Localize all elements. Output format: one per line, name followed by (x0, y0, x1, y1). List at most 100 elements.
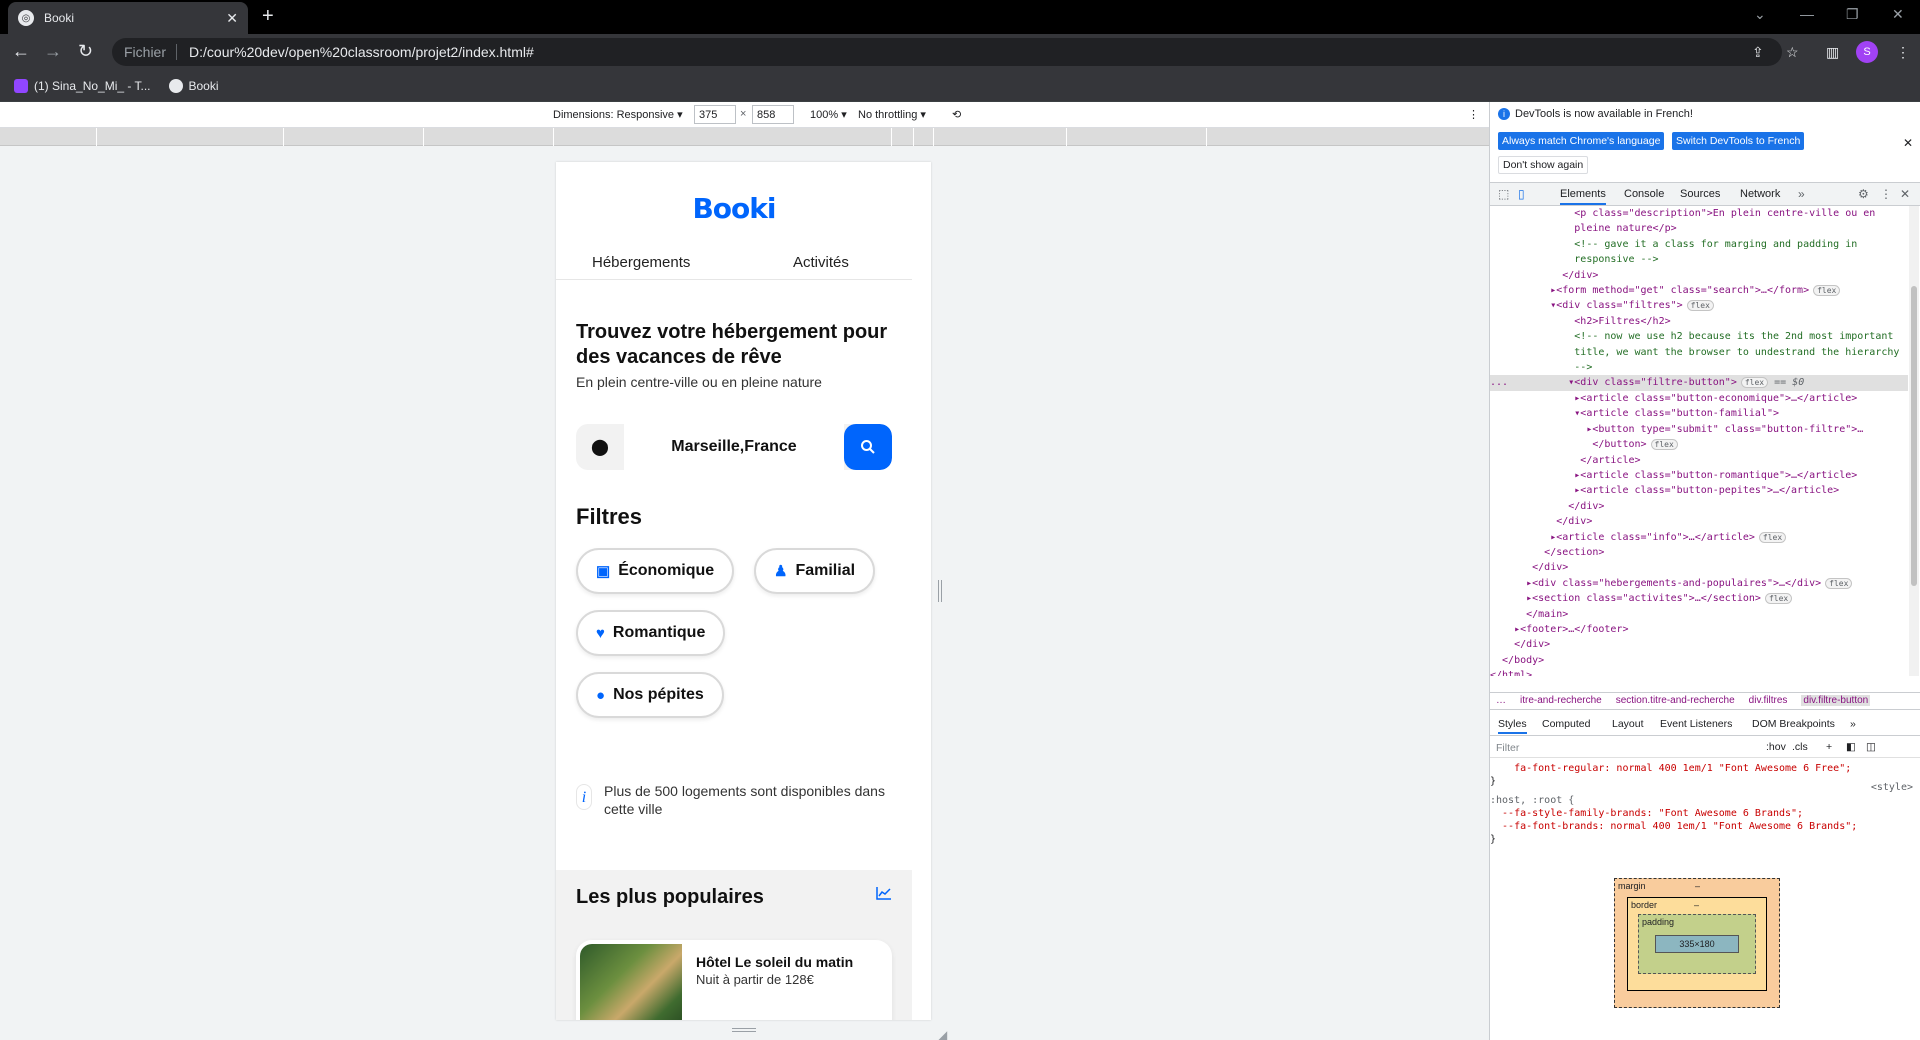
tab-search-icon[interactable]: ⌄ (1754, 6, 1766, 23)
bookmark-item[interactable]: (1) Sina_No_Mi_ - T... (14, 78, 151, 93)
tab-computed[interactable]: Computed (1542, 718, 1590, 730)
close-notice-icon[interactable]: ✕ (1903, 136, 1913, 150)
close-window-icon[interactable]: ✕ (1892, 6, 1904, 23)
rotate-icon[interactable]: ⟲ (952, 108, 961, 121)
dom-node-line[interactable]: responsive --> (1490, 252, 1908, 267)
dom-node-line[interactable]: --> (1490, 360, 1908, 375)
back-icon[interactable]: ← (12, 42, 30, 60)
dom-node-line[interactable]: </html> (1490, 668, 1908, 676)
dom-node-line[interactable]: ▸<article class="button-economique">…</a… (1490, 391, 1908, 406)
dom-node-line[interactable]: ▸<article class="button-romantique">…</a… (1490, 468, 1908, 483)
height-input[interactable]: 858 (752, 105, 794, 124)
nav-link-activites[interactable]: Activités (793, 254, 849, 271)
reload-icon[interactable]: ↻ (78, 42, 93, 60)
restore-icon[interactable]: ❐ (1846, 6, 1859, 23)
minimize-icon[interactable]: — (1800, 6, 1814, 22)
paint-icon[interactable]: ◧ (1846, 741, 1856, 753)
zoom-select[interactable]: 100% ▾ (810, 108, 847, 121)
flex-badge[interactable]: flex (1650, 439, 1678, 451)
new-tab-button[interactable]: + (262, 6, 274, 26)
dimensions-select[interactable]: Dimensions: Responsive ▾ (553, 108, 683, 121)
dom-node-line[interactable]: ▸<article class="info">…</article> flex (1490, 530, 1908, 545)
share-icon[interactable]: ⇪ (1752, 44, 1764, 61)
bookmark-item[interactable]: Booki (168, 78, 219, 93)
dom-node-line[interactable]: title, we want the browser to undestrand… (1490, 345, 1908, 360)
dom-node-line[interactable]: </div> (1490, 560, 1908, 575)
flex-badge[interactable]: flex (1758, 531, 1787, 543)
filter-familial[interactable]: ♟ Familial (754, 548, 876, 594)
match-language-button[interactable]: Always match Chrome's language (1498, 132, 1665, 150)
dom-node-line[interactable]: pleine nature</p> (1490, 221, 1908, 236)
tab-dom-breakpoints[interactable]: DOM Breakpoints (1752, 718, 1835, 730)
breadcrumb-item[interactable]: div.filtres (1749, 695, 1788, 706)
switch-french-button[interactable]: Switch DevTools to French (1672, 132, 1805, 150)
elements-tree[interactable]: <p class="description">En plein centre-v… (1490, 206, 1908, 676)
search-button[interactable] (844, 424, 892, 470)
breadcrumb-item[interactable]: section.titre-and-recherche (1616, 695, 1735, 706)
tab-event-listeners[interactable]: Event Listeners (1660, 718, 1732, 730)
profile-avatar[interactable]: S (1856, 41, 1878, 63)
dom-node-line[interactable]: <!-- gave it a class for marging and pad… (1490, 237, 1908, 252)
resize-handle-bottom[interactable] (732, 1028, 756, 1032)
flex-badge[interactable]: flex (1686, 300, 1714, 312)
dom-node-line[interactable]: <p class="description">En plein centre-v… (1490, 206, 1908, 221)
filter-pepites[interactable]: ● Nos pépites (576, 672, 724, 718)
forward-icon[interactable]: → (44, 42, 62, 60)
breadcrumb-item-current[interactable]: div.filtre-button (1801, 695, 1871, 706)
dom-node-line[interactable]: ▸<button type="submit" class="button-fil… (1490, 422, 1908, 437)
tab-sources[interactable]: Sources (1680, 188, 1720, 200)
flex-badge[interactable]: flex (1764, 593, 1793, 605)
dom-node-line[interactable]: </body> (1490, 653, 1908, 668)
device-more-icon[interactable]: ⋮ (1468, 108, 1479, 121)
dont-show-button[interactable]: Don't show again (1498, 156, 1589, 174)
booki-logo[interactable]: Booki (556, 192, 912, 225)
device-toggle-icon[interactable]: ▯ (1518, 187, 1525, 201)
sidebar-toggle-icon[interactable]: ◫ (1866, 741, 1876, 753)
flex-badge[interactable]: flex (1813, 285, 1841, 297)
close-devtools-icon[interactable]: ✕ (1900, 187, 1910, 201)
close-tab-icon[interactable]: ✕ (226, 10, 238, 27)
breadcrumb-item[interactable]: itre-and-recherche (1520, 695, 1602, 706)
new-rule-icon[interactable]: + (1826, 741, 1832, 753)
more-tabs-icon[interactable]: » (1798, 187, 1805, 201)
dom-node-line[interactable]: </div> (1490, 514, 1908, 529)
elements-scrollbar[interactable] (1909, 206, 1919, 676)
filter-economique[interactable]: ▣ Économique (576, 548, 735, 594)
settings-gear-icon[interactable]: ⚙ (1858, 187, 1869, 201)
dom-node-line[interactable]: ▸<form method="get" class="search">…</fo… (1490, 283, 1908, 298)
throttling-select[interactable]: No throttling ▾ (858, 108, 926, 121)
dom-node-line[interactable]: ▸<footer>…</footer> (1490, 622, 1908, 637)
cls-toggle[interactable]: .cls (1792, 741, 1808, 753)
flex-badge[interactable]: flex (1825, 577, 1853, 589)
filter-romantique[interactable]: ♥ Romantique (576, 610, 726, 656)
dom-node-line[interactable]: ▸<article class="button-pepites">…</arti… (1490, 483, 1908, 498)
flex-badge[interactable]: flex (1740, 377, 1769, 389)
resize-handle-right[interactable] (938, 580, 942, 602)
tab-styles[interactable]: Styles (1498, 718, 1527, 734)
hov-toggle[interactable]: :hov (1766, 741, 1786, 753)
more-subtabs-icon[interactable]: » (1850, 718, 1856, 730)
width-input[interactable]: 375 (694, 105, 736, 124)
styles-filter-input[interactable]: Filter (1496, 742, 1519, 754)
nav-link-hebergements[interactable]: Hébergements (592, 254, 690, 271)
resize-corner-icon[interactable]: ◢ (938, 1028, 947, 1040)
style-source[interactable]: <style> (1871, 781, 1913, 794)
side-panel-icon[interactable]: ▥ (1826, 44, 1839, 61)
devtools-menu-icon[interactable]: ⋮ (1880, 187, 1892, 201)
dom-node-line[interactable]: ▸<div class="hebergements-and-populaires… (1490, 576, 1908, 591)
omnibox[interactable]: ⓘ Fichier D:/cour%20dev/open%20classroom… (112, 38, 1782, 674)
dom-node-line[interactable]: </div> (1490, 637, 1908, 652)
tab-elements[interactable]: Elements (1560, 188, 1606, 205)
url-text[interactable]: D:/cour%20dev/open%20classroom/projet2/i… (189, 44, 534, 60)
dom-node-line[interactable]: <h2>Filtres</h2> (1490, 314, 1908, 329)
inspect-icon[interactable]: ⬚ (1498, 187, 1509, 201)
menu-icon[interactable]: ⋮ (1896, 44, 1910, 61)
breadcrumb-item[interactable]: … (1496, 695, 1506, 706)
dom-node-line[interactable]: </section> (1490, 545, 1908, 560)
hotel-card[interactable]: Hôtel Le soleil du matin Nuit à partir d… (576, 940, 892, 1020)
dom-node-line[interactable]: ▾<div class="filtres"> flex (1490, 298, 1908, 313)
dom-node-line[interactable]: </article> (1490, 453, 1908, 468)
dom-node-line[interactable]: </button> flex (1490, 437, 1908, 452)
tab-network[interactable]: Network (1740, 188, 1780, 200)
dom-node-line[interactable]: ▾<article class="button-familial"> (1490, 406, 1908, 421)
